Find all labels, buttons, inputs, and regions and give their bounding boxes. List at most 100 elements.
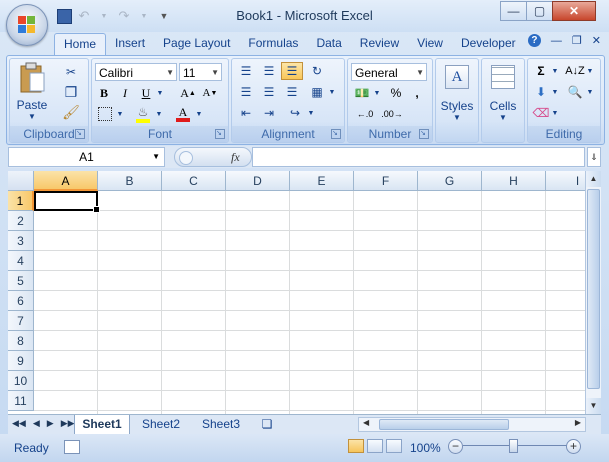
row-header-10[interactable]: 10 (8, 371, 34, 391)
row-header-3[interactable]: 3 (8, 231, 34, 251)
find-select-button[interactable]: 🔍 (564, 83, 586, 101)
tab-insert[interactable]: Insert (106, 33, 154, 53)
font-color-dropdown-icon[interactable]: ▼ (194, 105, 204, 123)
increase-indent-button[interactable]: ⇥ (258, 104, 280, 122)
format-painter-icon[interactable]: 🖌 (60, 103, 82, 121)
zoom-level[interactable]: 100% (410, 441, 441, 455)
middle-align-button[interactable]: ☰ (258, 62, 280, 80)
fill-color-button[interactable]: ♨ (132, 105, 154, 123)
last-sheet-icon[interactable]: ▶▶ (61, 418, 75, 429)
workbook-close-button[interactable]: ✕ (592, 34, 601, 47)
underline-button[interactable]: U (137, 84, 155, 102)
autosum-dropdown-icon[interactable]: ▼ (551, 62, 559, 80)
insert-function-button[interactable]: fx (231, 150, 240, 165)
percent-style-button[interactable]: % (386, 84, 406, 102)
sort-filter-button[interactable]: A↓Z (564, 62, 586, 80)
bold-button[interactable]: B (95, 84, 113, 102)
tab-developer[interactable]: Developer (452, 33, 525, 53)
horizontal-scroll-thumb[interactable] (379, 419, 509, 430)
vertical-scrollbar[interactable]: ▲ ▼ (585, 171, 601, 414)
clipboard-launcher-icon[interactable]: ↘ (75, 129, 85, 139)
fill-color-dropdown-icon[interactable]: ▼ (154, 105, 164, 123)
cells-button[interactable]: Cells ▼ (484, 65, 522, 123)
comma-style-button[interactable]: , (408, 84, 426, 102)
macro-record-icon[interactable] (64, 440, 80, 454)
borders-button[interactable] (95, 105, 115, 123)
row-header-7[interactable]: 7 (8, 311, 34, 331)
sheet-tab-sheet3[interactable]: Sheet3 (192, 415, 250, 434)
page-layout-view-button[interactable] (367, 439, 383, 453)
help-icon[interactable]: ? (527, 34, 541, 47)
cut-icon[interactable]: ✂ (60, 63, 82, 81)
column-header-g[interactable]: G (418, 171, 482, 191)
zoom-in-button[interactable]: + (566, 439, 581, 454)
formula-input[interactable] (252, 147, 585, 167)
font-size-combo[interactable]: 11 ▼ (179, 63, 222, 81)
italic-button[interactable]: I (116, 84, 134, 102)
row-header-5[interactable]: 5 (8, 271, 34, 291)
column-header-a[interactable]: A (34, 171, 98, 191)
worksheet-grid[interactable]: ABCDEFGHI 1 2 3 4 5 6 7 8 9 10 11 (8, 171, 585, 414)
zoom-out-button[interactable]: − (448, 439, 463, 454)
expand-formula-bar-icon[interactable]: ⇓ (587, 147, 601, 167)
first-sheet-icon[interactable]: ◀◀ (12, 418, 26, 429)
page-break-view-button[interactable] (386, 439, 402, 453)
column-header-h[interactable]: H (482, 171, 546, 191)
merge-dropdown-icon[interactable]: ▼ (327, 83, 337, 101)
copy-icon[interactable]: ❐ (60, 83, 82, 101)
minimize-button[interactable]: — (500, 1, 527, 21)
styles-button[interactable]: A Styles ▼ (438, 65, 476, 123)
font-color-button[interactable]: A (172, 105, 194, 123)
prev-sheet-icon[interactable]: ◀ (33, 418, 40, 429)
vertical-scroll-thumb[interactable] (587, 189, 600, 389)
column-header-c[interactable]: C (162, 171, 226, 191)
close-button[interactable]: ✕ (552, 1, 596, 21)
next-sheet-icon[interactable]: ▶ (47, 418, 54, 429)
merge-center-button[interactable]: ▦ (306, 83, 328, 101)
column-header-d[interactable]: D (226, 171, 290, 191)
underline-dropdown-icon[interactable]: ▼ (155, 84, 165, 102)
tab-data[interactable]: Data (307, 33, 350, 53)
autosum-button[interactable]: Σ (531, 62, 551, 80)
sheet-tab-sheet1[interactable]: Sheet1 (74, 415, 130, 435)
wrap-dropdown-icon[interactable]: ▼ (306, 104, 316, 122)
sheet-tab-sheet2[interactable]: Sheet2 (132, 415, 190, 434)
fill-dropdown-icon[interactable]: ▼ (551, 83, 559, 101)
decrease-decimal-button[interactable]: .00→ (380, 105, 404, 123)
clear-button[interactable]: ⌫ (531, 104, 551, 122)
column-header-i[interactable]: I (546, 171, 585, 191)
scroll-right-icon[interactable]: ▶ (575, 418, 581, 427)
increase-decimal-button[interactable]: ←.0 (353, 105, 377, 123)
workbook-restore-button[interactable]: ❐ (572, 34, 582, 47)
insert-sheet-icon[interactable]: ❏ (256, 415, 278, 434)
name-box[interactable]: A1 ▼ (8, 147, 165, 167)
accounting-format-button[interactable]: 💵 (351, 84, 373, 102)
decrease-indent-button[interactable]: ⇤ (235, 104, 257, 122)
orientation-button[interactable]: ↻ (306, 62, 328, 80)
grow-font-button[interactable]: A ▲ (178, 84, 198, 102)
zoom-slider-thumb[interactable] (509, 439, 518, 453)
scroll-left-icon[interactable]: ◀ (363, 418, 369, 427)
alignment-launcher-icon[interactable]: ↘ (331, 129, 341, 139)
accounting-dropdown-icon[interactable]: ▼ (373, 84, 381, 102)
center-button[interactable]: ☰ (258, 83, 280, 101)
row-header-9[interactable]: 9 (8, 351, 34, 371)
find-dropdown-icon[interactable]: ▼ (586, 83, 594, 101)
align-left-button[interactable]: ☰ (235, 83, 257, 101)
fill-button[interactable]: ⬇ (531, 83, 551, 101)
sort-dropdown-icon[interactable]: ▼ (586, 62, 594, 80)
horizontal-scrollbar[interactable]: ◀ ▶ (358, 417, 586, 432)
normal-view-button[interactable] (348, 439, 364, 453)
tab-page-layout[interactable]: Page Layout (154, 33, 239, 53)
row-header-4[interactable]: 4 (8, 251, 34, 271)
workbook-minimize-button[interactable]: — (551, 35, 562, 47)
align-right-button[interactable]: ☰ (281, 83, 303, 101)
bottom-align-button[interactable]: ☰ (281, 62, 303, 80)
column-header-b[interactable]: B (98, 171, 162, 191)
borders-dropdown-icon[interactable]: ▼ (115, 105, 125, 123)
tab-review[interactable]: Review (351, 33, 408, 53)
maximize-button[interactable]: ▢ (526, 1, 553, 21)
tab-home[interactable]: Home (54, 33, 107, 55)
number-launcher-icon[interactable]: ↘ (419, 129, 429, 139)
paste-button[interactable]: Paste ▼ (14, 61, 50, 121)
